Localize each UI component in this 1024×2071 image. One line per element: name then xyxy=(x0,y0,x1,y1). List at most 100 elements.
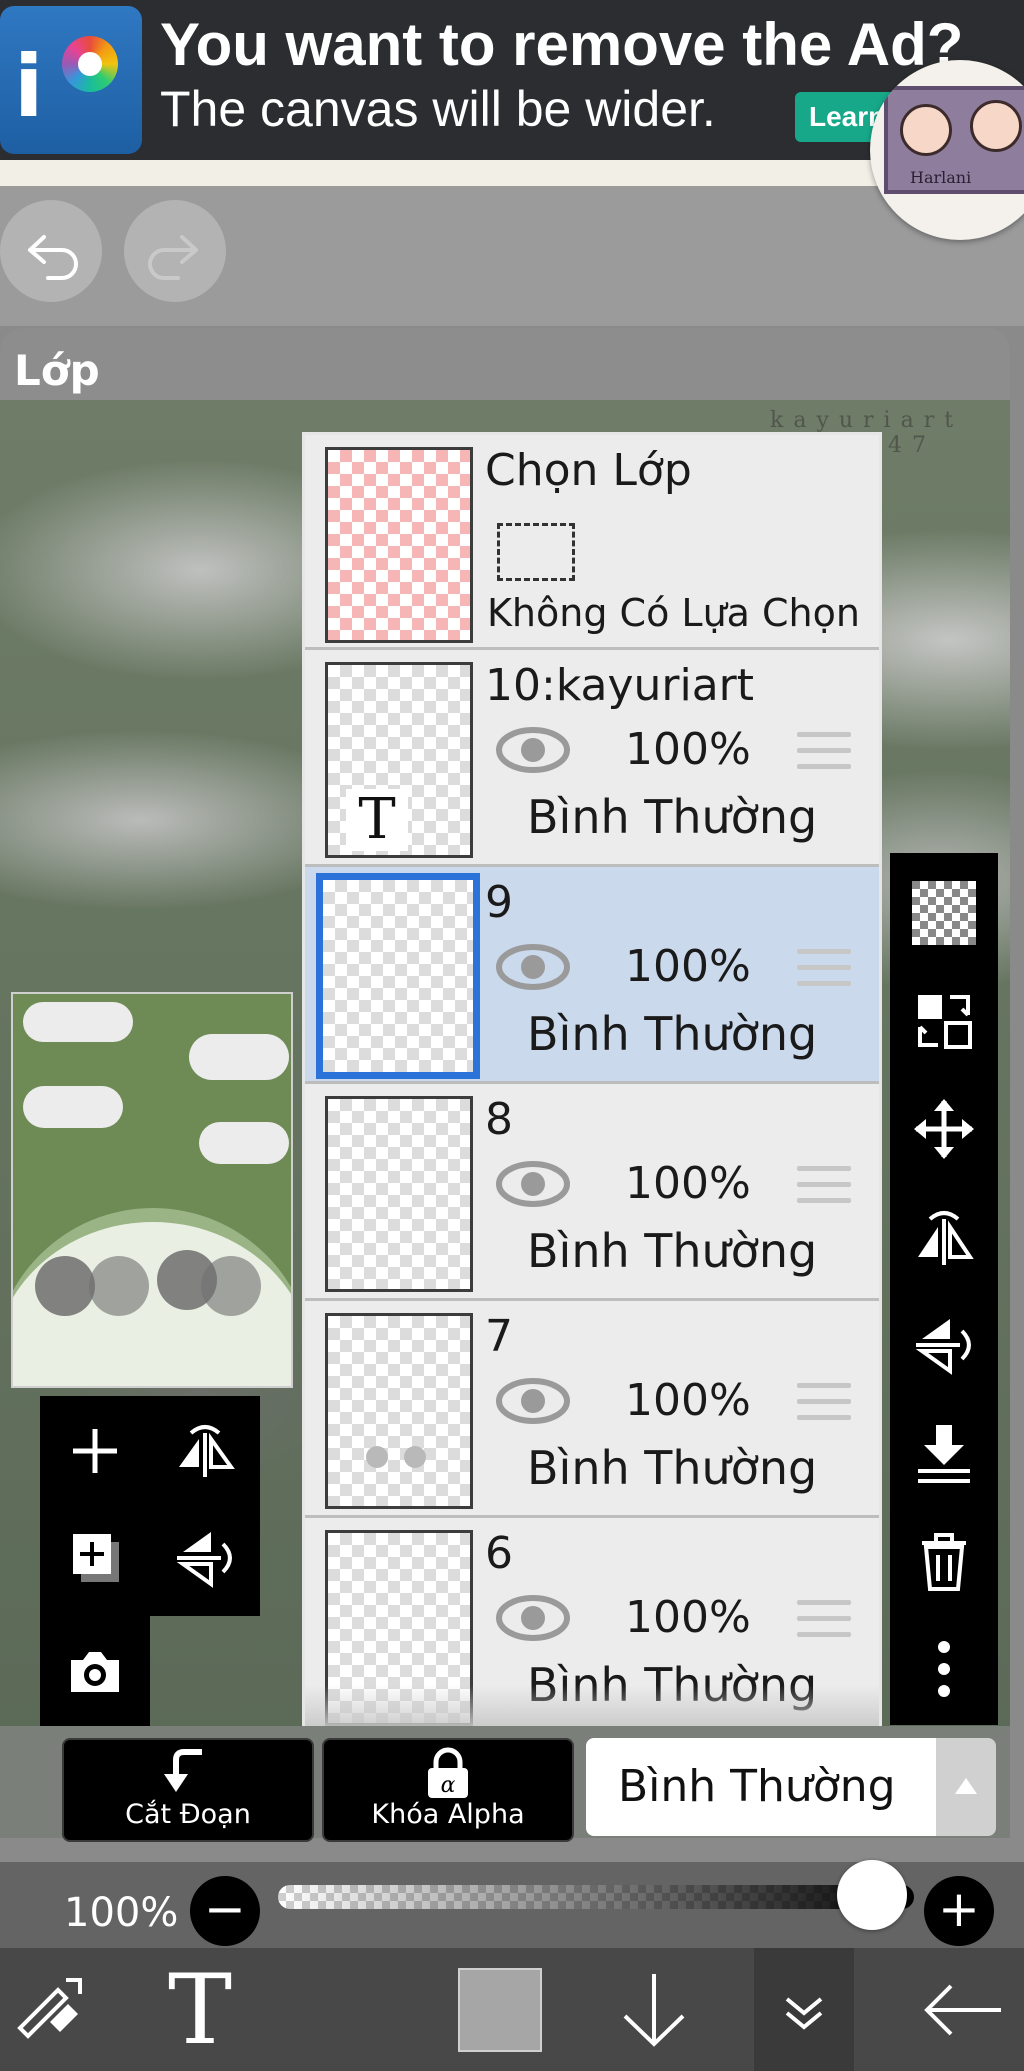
delete-layer-button[interactable] xyxy=(904,1521,984,1601)
thumbnail-dot xyxy=(404,1446,426,1468)
layer-name: 6 xyxy=(485,1528,513,1579)
canvas-watermark-text: kayuriart xyxy=(770,408,964,433)
layers-panel-button[interactable] xyxy=(754,1948,854,2071)
add-special-layer-button[interactable] xyxy=(55,1518,135,1598)
layer-name: 10:kayuriart xyxy=(485,660,755,711)
selection-layer-thumbnail xyxy=(325,447,473,643)
chevron-double-down-icon xyxy=(785,1996,823,2030)
flip-vertical-icon xyxy=(915,1319,971,1375)
opacity-slider-track[interactable] xyxy=(278,1885,914,1909)
layer-thumbnail: T xyxy=(325,662,473,858)
color-wheel-icon xyxy=(62,36,118,92)
more-options-button[interactable] xyxy=(904,1629,984,1709)
layer-side-toolbar xyxy=(890,853,998,1725)
flip-horizontal-icon xyxy=(918,1211,974,1265)
selection-layer-row[interactable]: Chọn Lớp Không Có Lựa Chọn xyxy=(305,435,879,650)
layer-blend-mode: Bình Thường xyxy=(527,1224,818,1278)
camera-icon xyxy=(71,1652,119,1692)
layer-row-selected[interactable]: 9 100% Bình Thường xyxy=(305,867,879,1084)
brush-eraser-icon xyxy=(17,1977,82,2039)
drag-handle-icon[interactable] xyxy=(797,1600,851,1648)
redo-button[interactable] xyxy=(124,200,226,302)
current-color-button[interactable] xyxy=(450,1948,550,2071)
flip-horizontal-icon xyxy=(179,1425,235,1477)
flip-layer-horizontal-button[interactable] xyxy=(165,1411,245,1491)
ad-title: You want to remove the Ad? xyxy=(160,11,964,78)
drag-handle-icon[interactable] xyxy=(797,1383,851,1431)
move-icon xyxy=(914,1099,974,1159)
drag-handle-icon[interactable] xyxy=(797,732,851,780)
ibispaint-logo: i xyxy=(0,6,142,154)
alpha-lock-button[interactable]: α Khóa Alpha xyxy=(322,1738,574,1842)
layer-name: 7 xyxy=(485,1311,513,1362)
visibility-eye-icon[interactable] xyxy=(495,1158,571,1210)
flip-layer-vertical-button[interactable] xyxy=(165,1518,245,1598)
bottom-toolbar: T xyxy=(0,1948,1024,2071)
layer-opacity: 100% xyxy=(625,724,751,775)
tool-selection-button[interactable] xyxy=(0,1948,100,2071)
merge-down-button[interactable] xyxy=(904,1413,984,1493)
thumb-eye-right xyxy=(201,1256,261,1316)
layer-list[interactable]: Chọn Lớp Không Có Lựa Chọn T 10:kayuriar… xyxy=(302,432,882,1730)
flip-canvas-vertical-button[interactable] xyxy=(904,1305,984,1385)
layer-name: 8 xyxy=(485,1094,513,1145)
layer-action-bar: Cắt Đoạn α Khóa Alpha Bình Thường xyxy=(0,1726,1010,1842)
layer-opacity: 100% xyxy=(625,1158,751,1209)
blend-mode-dropdown-arrow-icon[interactable] xyxy=(936,1738,996,1836)
selection-status: Không Có Lựa Chọn xyxy=(487,591,860,635)
thumb-eye-mid xyxy=(89,1256,149,1316)
drag-handle-icon[interactable] xyxy=(797,949,851,997)
thumb-cloud xyxy=(23,1086,123,1128)
thumbnail-dot xyxy=(366,1446,388,1468)
layer-thumbnail xyxy=(325,1096,473,1292)
alpha-glyph: α xyxy=(441,1773,456,1798)
text-layer-icon: T xyxy=(346,789,408,851)
layer-row[interactable]: T 10:kayuriart 100% Bình Thường xyxy=(305,650,879,867)
avatar-face-left xyxy=(900,104,952,156)
ad-subtitle: The canvas will be wider. xyxy=(160,81,716,137)
visibility-eye-icon[interactable] xyxy=(495,724,571,776)
visibility-eye-icon[interactable] xyxy=(495,941,571,993)
opacity-value: 100% xyxy=(64,1890,179,1936)
layer-opacity: 100% xyxy=(625,1375,751,1426)
undo-icon xyxy=(28,235,78,280)
add-layer-button[interactable] xyxy=(55,1411,135,1491)
layer-name: 9 xyxy=(485,877,513,928)
arrow-down-icon xyxy=(623,1973,685,2047)
layer-blend-mode: Bình Thường xyxy=(527,1007,818,1061)
move-layer-button[interactable] xyxy=(904,1089,984,1169)
canvas-thumbnail[interactable] xyxy=(11,992,293,1388)
plus-icon xyxy=(73,1429,117,1473)
opacity-decrease-button[interactable]: − xyxy=(190,1876,260,1946)
drag-handle-icon[interactable] xyxy=(797,1166,851,1214)
layer-down-button[interactable] xyxy=(604,1948,704,2071)
import-photo-button[interactable] xyxy=(55,1632,135,1712)
clipping-button[interactable]: Cắt Đoạn xyxy=(62,1738,314,1842)
redo-icon xyxy=(148,235,198,280)
transparent-fill-button[interactable] xyxy=(904,873,984,953)
clipping-icon xyxy=(164,1749,202,1792)
layer-row[interactable]: 7 100% Bình Thường xyxy=(305,1301,879,1518)
flip-canvas-horizontal-button[interactable] xyxy=(904,1197,984,1277)
visibility-eye-icon[interactable] xyxy=(495,1592,571,1644)
layer-panel-title: Lớp xyxy=(14,346,100,395)
visibility-eye-icon[interactable] xyxy=(495,1375,571,1427)
back-button[interactable] xyxy=(908,1948,1018,2071)
layer-row[interactable]: 8 100% Bình Thường xyxy=(305,1084,879,1301)
toolbar-top xyxy=(0,186,1024,326)
undo-button[interactable] xyxy=(0,200,102,302)
swap-icon xyxy=(918,995,972,1049)
opacity-slider-knob[interactable] xyxy=(837,1860,907,1930)
ibispaint-logo-letters: i xyxy=(14,37,44,137)
trash-icon xyxy=(922,1533,966,1591)
text-tool-button[interactable]: T xyxy=(150,1948,250,2071)
layer-panel-header xyxy=(0,328,1010,400)
layer-thumbnail xyxy=(316,873,480,1079)
blend-mode-select[interactable]: Bình Thường xyxy=(586,1738,936,1836)
checker-icon xyxy=(912,881,976,945)
swap-layer-button[interactable] xyxy=(904,981,984,1061)
selection-dashed-icon xyxy=(497,523,575,581)
merge-down-icon xyxy=(918,1425,970,1483)
arrow-left-icon xyxy=(924,1984,1001,2035)
opacity-increase-button[interactable]: + xyxy=(924,1876,994,1946)
